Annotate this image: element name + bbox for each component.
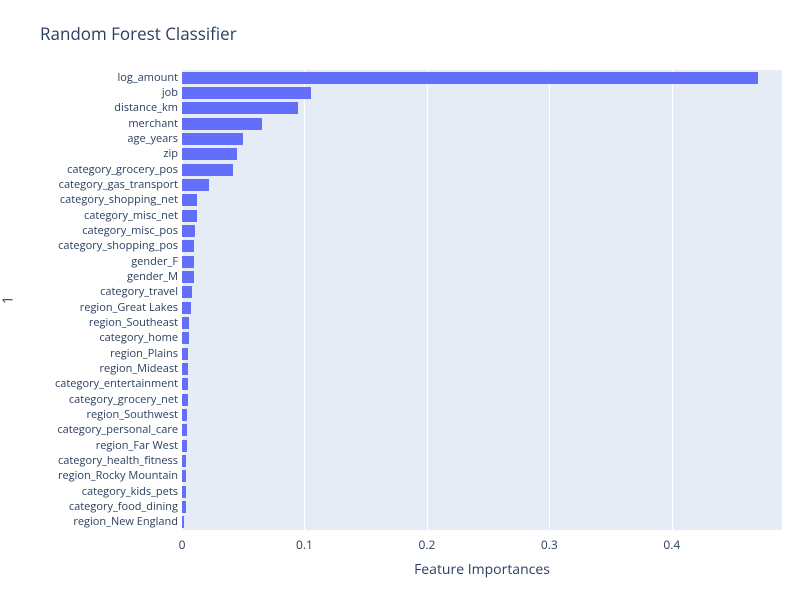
y-axis-label: 1 <box>0 296 18 304</box>
bar-row <box>182 501 186 513</box>
bar <box>182 148 237 160</box>
bar-row <box>182 486 186 498</box>
category-label: gender_M <box>127 271 178 283</box>
bar <box>182 317 189 329</box>
category-label: merchant <box>128 118 178 130</box>
bar <box>182 394 188 406</box>
bar-row <box>182 424 187 436</box>
bar <box>182 271 194 283</box>
category-label: category_grocery_net <box>69 394 178 406</box>
bar <box>182 348 188 360</box>
category-label: distance_km <box>114 102 178 114</box>
category-label: category_shopping_net <box>60 194 178 206</box>
bar-row <box>182 256 194 268</box>
bar <box>182 72 758 84</box>
bar <box>182 424 187 436</box>
bar <box>182 378 188 390</box>
category-label: region_Plains <box>110 348 178 360</box>
bar <box>182 501 186 513</box>
bar-row <box>182 286 192 298</box>
bar-row <box>182 378 188 390</box>
bar <box>182 133 243 145</box>
x-tick-label: 0.1 <box>296 536 313 553</box>
bar <box>182 225 195 237</box>
category-label: category_entertainment <box>55 378 178 390</box>
bar-row <box>182 240 194 252</box>
bars-container <box>182 70 782 530</box>
bar <box>182 440 187 452</box>
bar-row <box>182 348 188 360</box>
bar <box>182 164 233 176</box>
bar-row <box>182 363 188 375</box>
bar <box>182 363 188 375</box>
bar <box>182 409 187 421</box>
category-label: category_misc_net <box>84 210 178 222</box>
category-label: category_personal_care <box>57 424 178 436</box>
bar-row <box>182 409 187 421</box>
bar <box>182 286 192 298</box>
chart-title: Random Forest Classifier <box>40 22 237 45</box>
category-label: category_travel <box>100 286 178 298</box>
category-label: region_Far West <box>96 440 178 452</box>
bar-row <box>182 516 184 528</box>
category-label: category_grocery_pos <box>67 164 178 176</box>
bar-row <box>182 87 311 99</box>
x-tick-label: 0 <box>179 536 186 553</box>
x-tick-label: 0.2 <box>418 536 435 553</box>
category-label: job <box>162 87 178 99</box>
category-label: zip <box>163 148 178 160</box>
category-label: region_Southeast <box>89 317 178 329</box>
bar-row <box>182 394 188 406</box>
category-label: category_health_fitness <box>58 455 178 467</box>
category-label: category_gas_transport <box>59 179 178 191</box>
bar <box>182 210 197 222</box>
category-label: log_amount <box>117 72 178 84</box>
category-label: region_Rocky Mountain <box>58 470 178 482</box>
category-label: category_home <box>99 332 178 344</box>
bar <box>182 302 191 314</box>
category-label: age_years <box>127 133 178 145</box>
bar <box>182 256 194 268</box>
x-axis-label: Feature Importances <box>414 560 550 579</box>
category-label: region_Mideast <box>100 363 178 375</box>
category-label: category_kids_pets <box>82 486 178 498</box>
bar <box>182 455 186 467</box>
bar <box>182 118 262 130</box>
bar <box>182 470 186 482</box>
bar-row <box>182 317 189 329</box>
bar-row <box>182 332 189 344</box>
bar <box>182 240 194 252</box>
bar-row <box>182 225 195 237</box>
x-tick-label: 0.4 <box>663 536 680 553</box>
category-label: region_New England <box>73 516 178 528</box>
bar-row <box>182 271 194 283</box>
bar-row <box>182 302 191 314</box>
bar-row <box>182 194 197 206</box>
category-label: category_misc_pos <box>82 225 178 237</box>
category-label: category_food_dining <box>69 501 178 513</box>
bar-row <box>182 133 243 145</box>
bar <box>182 87 311 99</box>
bar <box>182 194 197 206</box>
bar-row <box>182 455 186 467</box>
bar <box>182 486 186 498</box>
category-label: gender_F <box>131 256 178 268</box>
bar <box>182 102 298 114</box>
bar <box>182 332 189 344</box>
bar-row <box>182 164 233 176</box>
bar-row <box>182 210 197 222</box>
bar-row <box>182 440 187 452</box>
x-tick-label: 0.3 <box>541 536 558 553</box>
bar-row <box>182 179 209 191</box>
category-label: region_Great Lakes <box>80 302 178 314</box>
bar-row <box>182 72 758 84</box>
bar <box>182 516 184 528</box>
bar-row <box>182 470 186 482</box>
bar-row <box>182 102 298 114</box>
bar <box>182 179 209 191</box>
bar-row <box>182 148 237 160</box>
category-label: region_Southwest <box>86 409 178 421</box>
bar-row <box>182 118 262 130</box>
category-label: category_shopping_pos <box>58 240 178 252</box>
